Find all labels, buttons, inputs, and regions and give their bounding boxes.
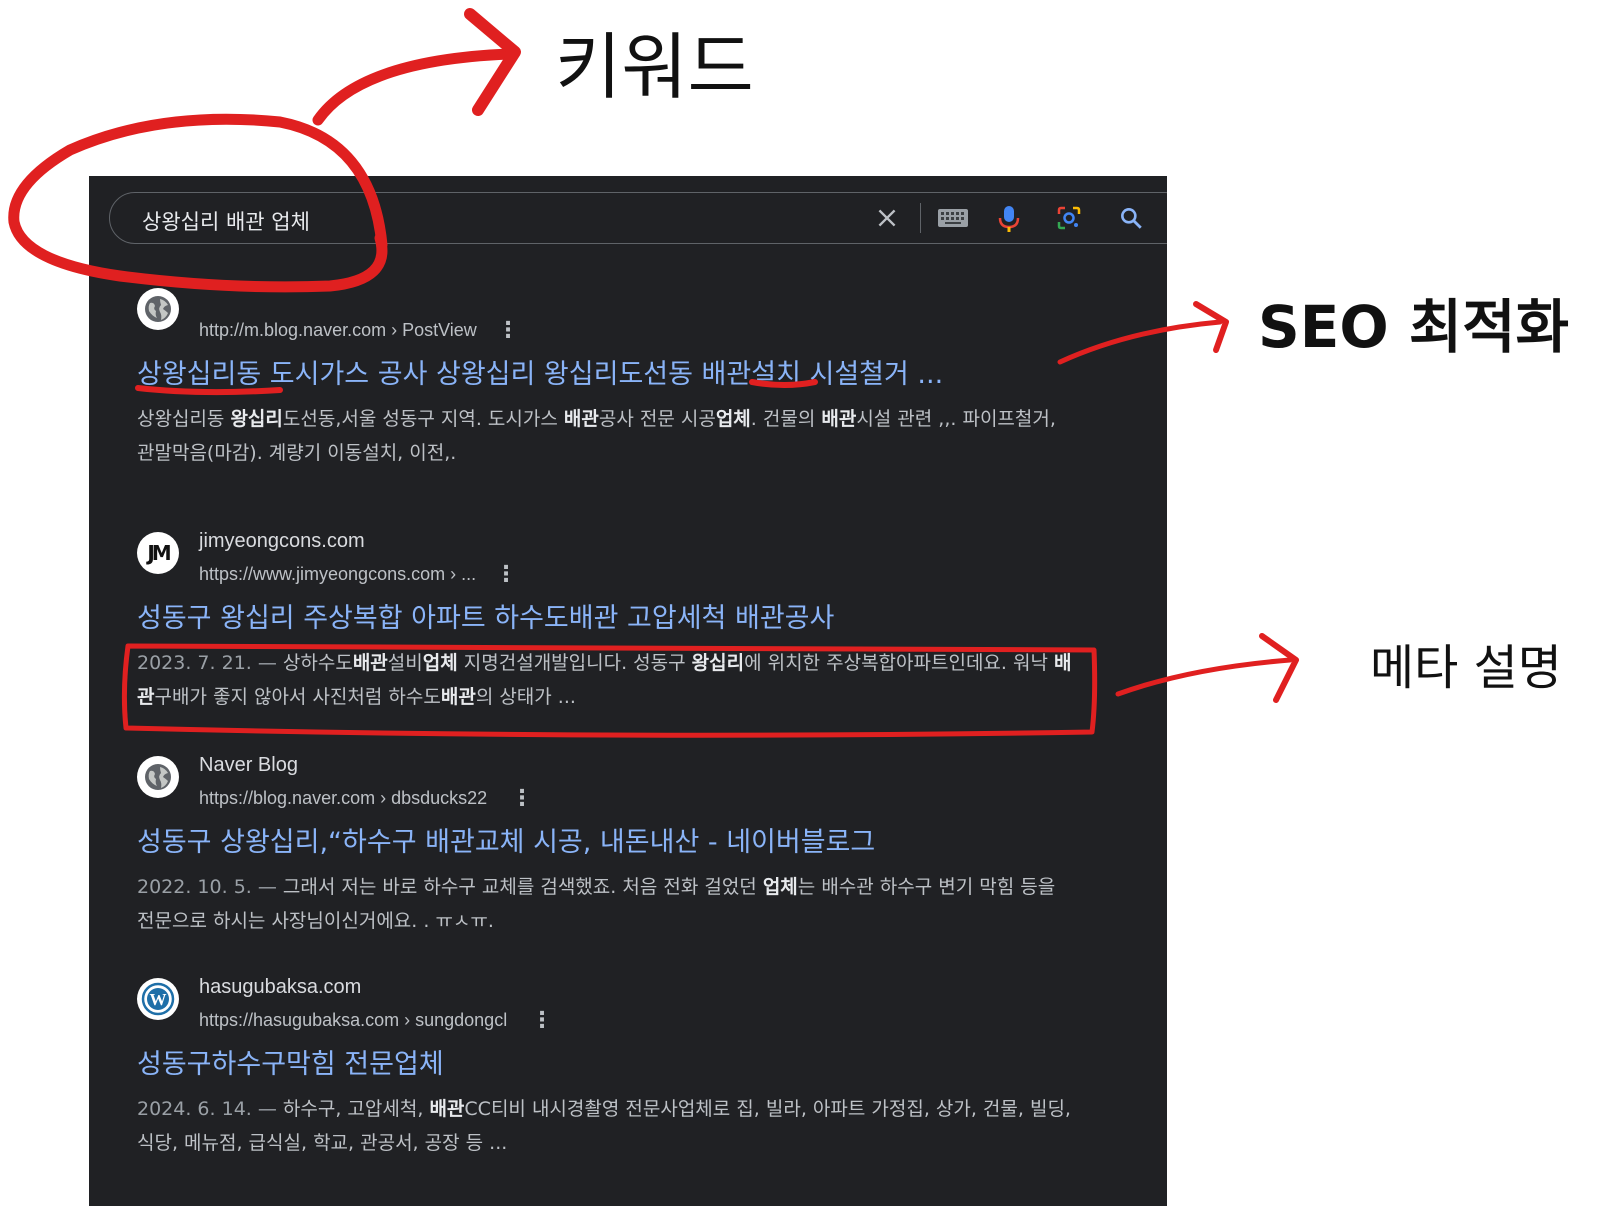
meta-box-mark	[121, 643, 1098, 738]
meta-arrowhead-mark	[1259, 633, 1299, 703]
seo-annotation-label: SEO 최적화	[1258, 293, 1569, 361]
meta-arrow-mark	[1115, 657, 1293, 697]
title-underline-mark-1	[135, 385, 283, 396]
seo-arrow-mark	[1057, 319, 1223, 365]
annotation-overlay	[8, 8, 1299, 738]
keyword-circle-mark	[8, 113, 388, 293]
seo-arrowhead-mark	[1193, 301, 1229, 353]
keyword-annotation-label: 키워드	[555, 25, 754, 109]
meta-annotation-label: 메타 설명	[1370, 640, 1562, 696]
keyword-arrowhead-mark	[464, 8, 521, 116]
title-underline-mark-2	[749, 379, 818, 388]
